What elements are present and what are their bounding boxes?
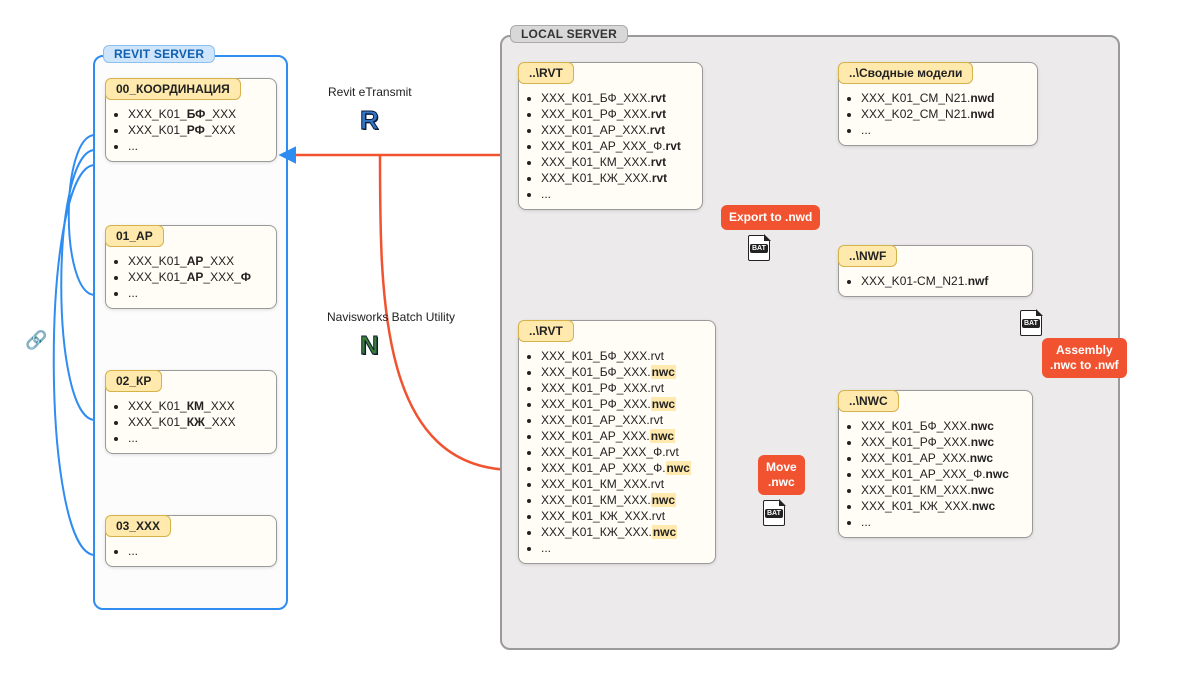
card-nwc: ..\NWC XXX_K01_БФ_XXX.nwc XXX_K01_РФ_XXX.… — [838, 390, 1033, 538]
list-item: XXX_K01_КМ_XXX — [128, 399, 266, 413]
card-list: XXX_K01_БФ_XXX.rvt XXX_K01_БФ_XXX.nwc XXX_… — [541, 349, 705, 555]
card-svod: ..\Сводные модели XXX_K01_CM_N21.nwdXXX_… — [838, 62, 1038, 146]
card-ar: 01_АР XXX_K01_АР_XXX XXX_K01_АР_XXX_Ф... — [105, 225, 277, 309]
list-item: XXX_K01_АР_XXX_Ф.nwc — [541, 461, 705, 475]
card-nwf: ..\NWF XXX_K01-CM_N21.nwf — [838, 245, 1033, 297]
link-chain-icon: 🔗 — [25, 330, 47, 351]
list-item: XXX_K01_КМ_XXX.nwc — [541, 493, 705, 507]
list-item: XXX_K01_РФ_XXX.nwc — [861, 435, 1022, 449]
label-batch-utility: Navisworks Batch Utility — [327, 310, 455, 324]
list-item: ... — [128, 544, 266, 558]
list-item: XXX_K01_АР_XXX.nwc — [861, 451, 1022, 465]
card-list: XXX_K01_CM_N21.nwd XXX_K02_CM_N21.nwd... — [861, 91, 1027, 137]
list-item: XXX_K01_БФ_XXX — [128, 107, 266, 121]
list-item: XXX_K01_КЖ_XXX.nwc — [541, 525, 705, 539]
list-item: XXX_K01_АР_XXX_Ф.rvt — [541, 445, 705, 459]
list-item: XXX_K01_КЖ_XXX.rvt — [541, 509, 705, 523]
card-list: XXX_K01_БФ_XXX.rvt XXX_K01_РФ_XXX.rvt XXX_… — [541, 91, 692, 201]
list-item: XXX_K01_АР_XXX — [128, 254, 266, 268]
list-item: XXX_K01_БФ_XXX.rvt — [541, 91, 692, 105]
list-item: XXX_K01_БФ_XXX.rvt — [541, 349, 705, 363]
list-item: ... — [541, 187, 692, 201]
bat-file-icon: BAT — [1020, 310, 1042, 336]
list-item: XXX_K01_АР_XXX.rvt — [541, 123, 692, 137]
card-rvt2: ..\RVT XXX_K01_БФ_XXX.rvtXXX_K01_БФ_XXX.… — [518, 320, 716, 564]
card-title: 01_АР — [105, 225, 164, 247]
list-item: ... — [861, 123, 1027, 137]
list-item: ... — [128, 286, 266, 300]
list-item: XXX_K01_КМ_XXX.nwc — [861, 483, 1022, 497]
list-item: XXX_K01_АР_XXX_Ф.nwc — [861, 467, 1022, 481]
navisworks-icon: N — [360, 330, 379, 361]
bat-file-icon: BAT — [748, 235, 770, 261]
card-title: ..\RVT — [518, 62, 574, 84]
badge-assembly: Assembly.nwc to .nwf — [1042, 338, 1127, 378]
revit-icon: R — [360, 105, 379, 136]
group-label-local: LOCAL SERVER — [510, 25, 628, 43]
card-xxx: 03_XXX ... — [105, 515, 277, 567]
card-title: 02_КР — [105, 370, 162, 392]
list-item: XXX_K02_CM_N21.nwd — [861, 107, 1027, 121]
list-item: XXX_K01_КМ_XXX.rvt — [541, 155, 692, 169]
card-list: XXX_K01_АР_XXX XXX_K01_АР_XXX_Ф... — [128, 254, 266, 300]
card-list: XXX_K01_КМ_XXX XXX_K01_КЖ_XXX... — [128, 399, 266, 445]
card-title: ..\Сводные модели — [838, 62, 973, 84]
list-item: XXX_K01_КЖ_XXX — [128, 415, 266, 429]
badge-export-nwd: Export to .nwd — [721, 205, 820, 230]
list-item: XXX_K01_КЖ_XXX.rvt — [541, 171, 692, 185]
card-list: XXX_K01_БФ_XXX.nwc XXX_K01_РФ_XXX.nwc XXX_… — [861, 419, 1022, 529]
card-title: ..\NWC — [838, 390, 899, 412]
card-title: 03_XXX — [105, 515, 171, 537]
list-item: ... — [541, 541, 705, 555]
card-coord: 00_КООРДИНАЦИЯ XXX_K01_БФ_XXX XXX_K01_РФ_… — [105, 78, 277, 162]
list-item: ... — [128, 431, 266, 445]
card-list: XXX_K01_БФ_XXX XXX_K01_РФ_XXX... — [128, 107, 266, 153]
list-item: XXX_K01_КЖ_XXX.nwc — [861, 499, 1022, 513]
list-item: XXX_K01-CM_N21.nwf — [861, 274, 1022, 288]
list-item: XXX_K01_БФ_XXX.nwc — [541, 365, 705, 379]
list-item: XXX_K01_РФ_XXX.rvt — [541, 107, 692, 121]
list-item: XXX_K01_РФ_XXX.rvt — [541, 381, 705, 395]
list-item: XXX_K01_АР_XXX.nwc — [541, 429, 705, 443]
bat-file-icon: BAT — [763, 500, 785, 526]
list-item: XXX_K01_АР_XXX.rvt — [541, 413, 705, 427]
card-list: ... — [128, 544, 266, 558]
card-list: XXX_K01-CM_N21.nwf — [861, 274, 1022, 288]
list-item: ... — [861, 515, 1022, 529]
list-item: XXX_K01_РФ_XXX — [128, 123, 266, 137]
list-item: ... — [128, 139, 266, 153]
list-item: XXX_K01_АР_XXX_Ф.rvt — [541, 139, 692, 153]
list-item: XXX_K01_БФ_XXX.nwc — [861, 419, 1022, 433]
label-etransmit: Revit eTransmit — [328, 85, 412, 99]
list-item: XXX_K01_CM_N21.nwd — [861, 91, 1027, 105]
list-item: XXX_K01_РФ_XXX.nwc — [541, 397, 705, 411]
card-title: ..\RVT — [518, 320, 574, 342]
card-kr: 02_КР XXX_K01_КМ_XXX XXX_K01_КЖ_XXX... — [105, 370, 277, 454]
card-rvt1: ..\RVT XXX_K01_БФ_XXX.rvt XXX_K01_РФ_XXX.… — [518, 62, 703, 210]
badge-move-nwc: Move.nwc — [758, 455, 805, 495]
list-item: XXX_K01_АР_XXX_Ф — [128, 270, 266, 284]
card-title: 00_КООРДИНАЦИЯ — [105, 78, 241, 100]
card-title: ..\NWF — [838, 245, 897, 267]
group-label-revit: REVIT SERVER — [103, 45, 215, 63]
list-item: XXX_K01_КМ_XXX.rvt — [541, 477, 705, 491]
